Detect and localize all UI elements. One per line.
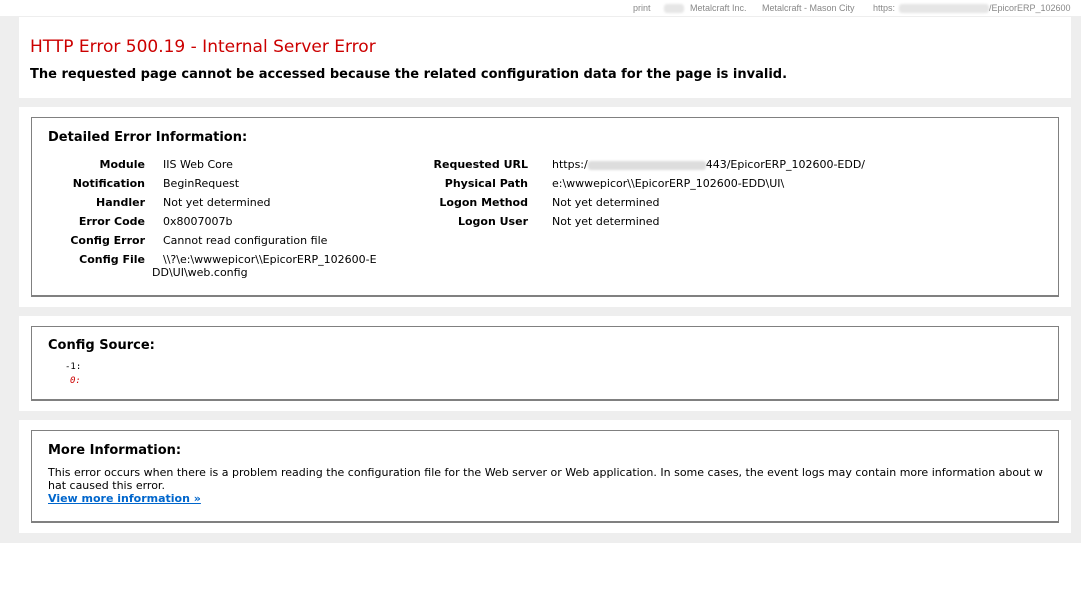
module-label: Module (99, 158, 145, 171)
config-source-heading: Config Source: (48, 338, 155, 353)
config-error-value: Cannot read configuration file (163, 234, 328, 247)
logon-method-value: Not yet determined (552, 196, 660, 209)
redacted-block (664, 3, 684, 14)
company-name: Metalcraft Inc. (690, 3, 747, 13)
notification-value: BeginRequest (163, 177, 240, 190)
view-more-information-link[interactable]: View more information » (48, 492, 201, 505)
handler-value: Not yet determined (163, 196, 271, 209)
notification-label: Notification (72, 177, 145, 190)
redacted-host (587, 160, 706, 170)
physical-path-value: e:\wwwepicor\\EpicorERP_102600-EDD\UI\ (552, 177, 785, 190)
logon-user-label: Logon User (457, 215, 528, 228)
logon-user-value: Not yet determined (552, 215, 660, 228)
config-source-frame: Config Source: -1: 0: (31, 326, 1059, 401)
more-information-heading: More Information: (48, 443, 182, 458)
more-information-text: This error occurs when there is a proble… (48, 466, 1043, 492)
error-subtitle: The requested page cannot be accessed be… (30, 67, 788, 82)
more-information-frame: More Information: This error occurs when… (31, 430, 1059, 523)
detailed-error-card: Detailed Error Information: Module IIS W… (19, 107, 1071, 307)
detailed-error-heading: Detailed Error Information: (48, 130, 248, 145)
error-code-label: Error Code (78, 215, 145, 228)
detailed-error-frame: Detailed Error Information: Module IIS W… (31, 117, 1059, 297)
config-source-line-2: 0: (70, 376, 81, 386)
error-header: HTTP Error 500.19 - Internal Server Erro… (19, 17, 1071, 98)
requested-url-value: https:/ 443/EpicorERP_102600-EDD/ (552, 158, 865, 171)
requested-url-suffix: 443/EpicorERP_102600-EDD/ (705, 158, 866, 171)
print-link[interactable]: print (633, 3, 651, 13)
redacted-url (899, 3, 989, 14)
module-value: IIS Web Core (163, 158, 233, 171)
config-source-card: Config Source: -1: 0: (19, 316, 1071, 411)
site-name: Metalcraft - Mason City (762, 3, 855, 13)
config-file-label: Config File (79, 253, 145, 266)
url-suffix: /EpicorERP_102600 (989, 3, 1071, 13)
requested-url-label: Requested URL (433, 158, 528, 171)
url-prefix: https: (873, 3, 896, 13)
requested-url-prefix: https:/ (552, 158, 588, 171)
top-bar: print Metalcraft Inc. Metalcraft - Mason… (0, 0, 1081, 16)
config-error-label: Config Error (70, 234, 145, 247)
handler-label: Handler (96, 196, 145, 209)
error-code-value: 0x8007007b (163, 215, 233, 228)
config-file-value-line1: \\?\e:\wwwepicor\\EpicorERP_102600-E (163, 253, 377, 266)
config-file-value-line2: DD\UI\web.config (152, 266, 248, 279)
more-information-card: More Information: This error occurs when… (19, 420, 1071, 533)
config-source-line-1: -1: (65, 362, 82, 372)
physical-path-label: Physical Path (444, 177, 528, 190)
logon-method-label: Logon Method (439, 196, 528, 209)
error-title: HTTP Error 500.19 - Internal Server Erro… (30, 37, 376, 57)
